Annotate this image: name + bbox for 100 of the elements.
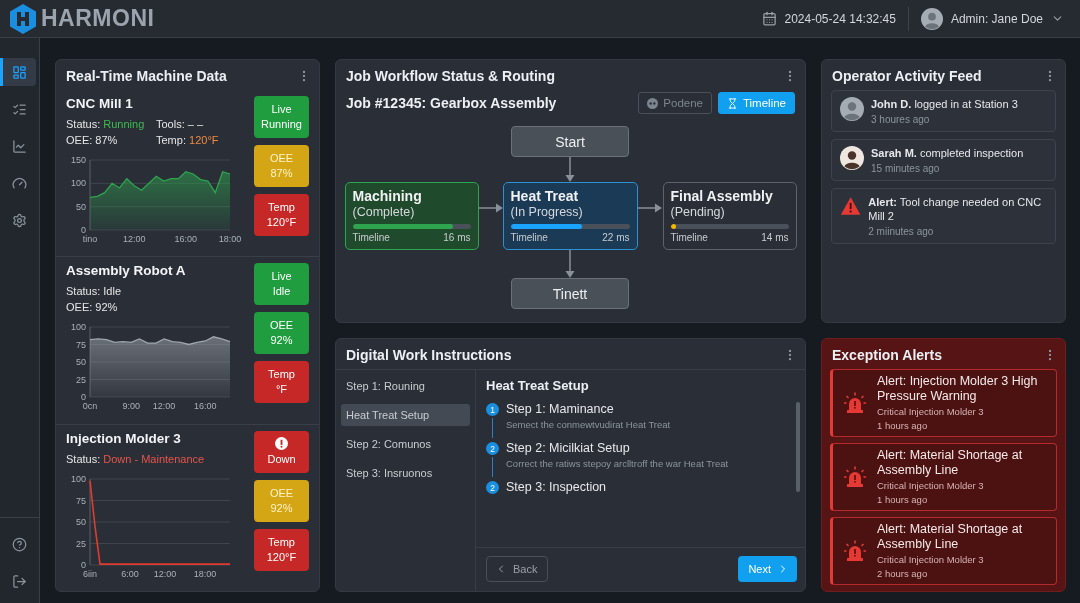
- alert-card[interactable]: Alert: Injection Molder 3 High Pressure Warning Critical Injection Molder 3 1 hours ago: [830, 369, 1057, 437]
- activity-item[interactable]: Alert: Tool change needed on CNC Mill 2 2 miinutes ago: [831, 188, 1056, 244]
- user-name[interactable]: Admin: Jane Doe: [950, 11, 1043, 26]
- activity-item[interactable]: Sarah M. completed inspection 15 minutes ago: [831, 139, 1056, 181]
- axis-label: 50: [76, 516, 86, 527]
- flow-arrow: [565, 250, 575, 278]
- settings-icon: [12, 212, 27, 228]
- scrollbar[interactable]: [796, 402, 800, 492]
- alert-time: 1 hours ago: [877, 493, 929, 506]
- avatar-icon: [840, 97, 864, 121]
- instruction-nav-item[interactable]: Step 1: Rouning: [341, 375, 470, 397]
- calendar-icon: [761, 11, 777, 26]
- flow-node: Tinett: [511, 278, 629, 309]
- siren-icon: [843, 392, 867, 414]
- instruction-nav-item[interactable]: Step 2: Comunos: [341, 433, 470, 455]
- alert-title: Alert: Material Shortage at Assembly Line: [877, 522, 1024, 552]
- status-badge: OEE 87%: [254, 145, 309, 187]
- axis-label: 25: [76, 374, 86, 385]
- machine-stat: OEE: 87%: [66, 133, 119, 148]
- status-badge: Temp °F: [254, 361, 309, 404]
- axis-label: 12:00: [153, 568, 177, 579]
- warning-icon: [840, 195, 862, 217]
- activity-item[interactable]: John D. logged in at Station 3 3 houres ago: [831, 90, 1056, 132]
- machine-stat: Status: Down - Maintenance: [66, 451, 205, 467]
- date-time: 2024-05-24 14:32:45: [784, 11, 896, 26]
- axis-label: 18:00: [193, 568, 217, 579]
- instruction-nav-item[interactable]: Step 3: Insruonos: [341, 462, 470, 484]
- activity-time: 3 houres ago: [871, 114, 931, 125]
- sidebar-item[interactable]: [0, 58, 36, 86]
- machine-stat: Temp: 120°F: [156, 133, 220, 148]
- alert-time: 2 hours ago: [877, 567, 929, 580]
- checklist-icon: [12, 101, 27, 117]
- axis-label: 16:00: [194, 401, 217, 412]
- avatar-icon: [840, 146, 864, 170]
- step-title: Step 2: Micilkiat Setup: [506, 440, 631, 456]
- status-badge: Live Running: [254, 96, 309, 138]
- activity-time: 15 minutes ago: [871, 163, 941, 174]
- dashboard-icon: [12, 64, 27, 80]
- stage-status: (Complete): [352, 204, 416, 220]
- stage-status: (Pending): [670, 204, 726, 220]
- panel-title: Digital Work Instructions: [346, 347, 512, 363]
- step-number: 2: [486, 481, 499, 494]
- axis-label: tino: [82, 234, 98, 244]
- axis-label: 6iin: [83, 568, 97, 579]
- stage-title: Heat Treat: [510, 188, 580, 204]
- panel-title: Real-Time Machine Data: [66, 68, 227, 84]
- alert-icon: [275, 436, 288, 450]
- axis-label: 0: [81, 392, 86, 403]
- axis-label: 50: [76, 357, 86, 368]
- axis-label: 16:00: [174, 234, 198, 244]
- panel-title: Operator Activity Feed: [832, 68, 982, 84]
- axis-label: 0: [81, 559, 86, 570]
- activity-text: John D. logged in at Station 3: [871, 97, 1018, 111]
- hourglass-icon: [726, 97, 738, 109]
- machine-stat: Status: Idle: [66, 284, 123, 300]
- axis-label: 100: [70, 322, 86, 333]
- machine-stat: Status: Running: [66, 117, 146, 132]
- machine-stat: Tools: – –: [156, 117, 205, 132]
- circle-icon: [647, 97, 659, 109]
- status-badge: Live Idle: [254, 263, 309, 306]
- flow-node: Start: [511, 126, 629, 157]
- activity-time: 2 miinutes ago: [868, 226, 935, 237]
- instruction-nav-item[interactable]: Heat Treat Setup: [341, 404, 470, 426]
- duration-label: 14 ms: [761, 232, 789, 243]
- flow-arrow: [478, 203, 503, 213]
- machine-name: Assembly Robot A: [66, 263, 187, 279]
- step-description: Semect the conmewtvudirat Heat Treat: [506, 419, 671, 430]
- alert-card[interactable]: Alert: Material Shortage at Assembly Line Critical Injection Molder 3 2 hours ago: [830, 517, 1057, 585]
- duration-label: 22 ms: [602, 232, 630, 243]
- avatar-icon: [920, 7, 943, 30]
- activity-text: Sarah M. completed inspection: [871, 146, 1024, 160]
- flow-arrow: [638, 203, 662, 213]
- alert-source: Critical Injection Molder 3: [877, 553, 985, 566]
- axis-label: 12:00: [152, 401, 176, 412]
- panel-title: Job Workflow Status & Routing: [346, 68, 555, 84]
- axis-label: 9:00: [122, 401, 140, 412]
- alert-card[interactable]: Alert: Material Shortage at Assembly Line Critical Injection Molder 3 1 hours ago: [830, 443, 1057, 511]
- step-number: 1: [486, 403, 499, 416]
- machine-name: Injection Molder 3: [66, 430, 182, 446]
- axis-label: 0: [81, 225, 86, 235]
- logo-text: HARMONI: [41, 5, 155, 32]
- status-badge: OEE 92%: [254, 479, 309, 522]
- view-toggle[interactable]: Podene: [638, 92, 712, 114]
- job-title: Job #12345: Gearbox Assembly: [346, 95, 557, 111]
- machine-name: CNC Mill 1: [66, 96, 134, 111]
- alert-title: Alert: Injection Molder 3 High Pressure Warning: [877, 374, 1039, 404]
- stage-title: Machining: [352, 188, 423, 204]
- panel-title: Exception Alerts: [832, 347, 942, 363]
- step-title: Step 3: Inspection: [506, 479, 607, 495]
- stage-title: Final Assembly: [670, 188, 774, 204]
- status-badge: Down: [254, 430, 309, 473]
- axis-label: 75: [76, 495, 86, 506]
- machine-stat: OEE: 92%: [66, 300, 119, 316]
- timeline-label: Timeline: [510, 232, 548, 243]
- axis-label: 12:00: [122, 234, 146, 244]
- help-icon: [12, 536, 27, 552]
- alert-source: Critical Injection Molder 3: [877, 405, 985, 418]
- instruction-heading: Heat Treat Setup: [485, 377, 590, 395]
- step-number: 2: [486, 442, 499, 455]
- back-button[interactable]: Back: [486, 556, 549, 582]
